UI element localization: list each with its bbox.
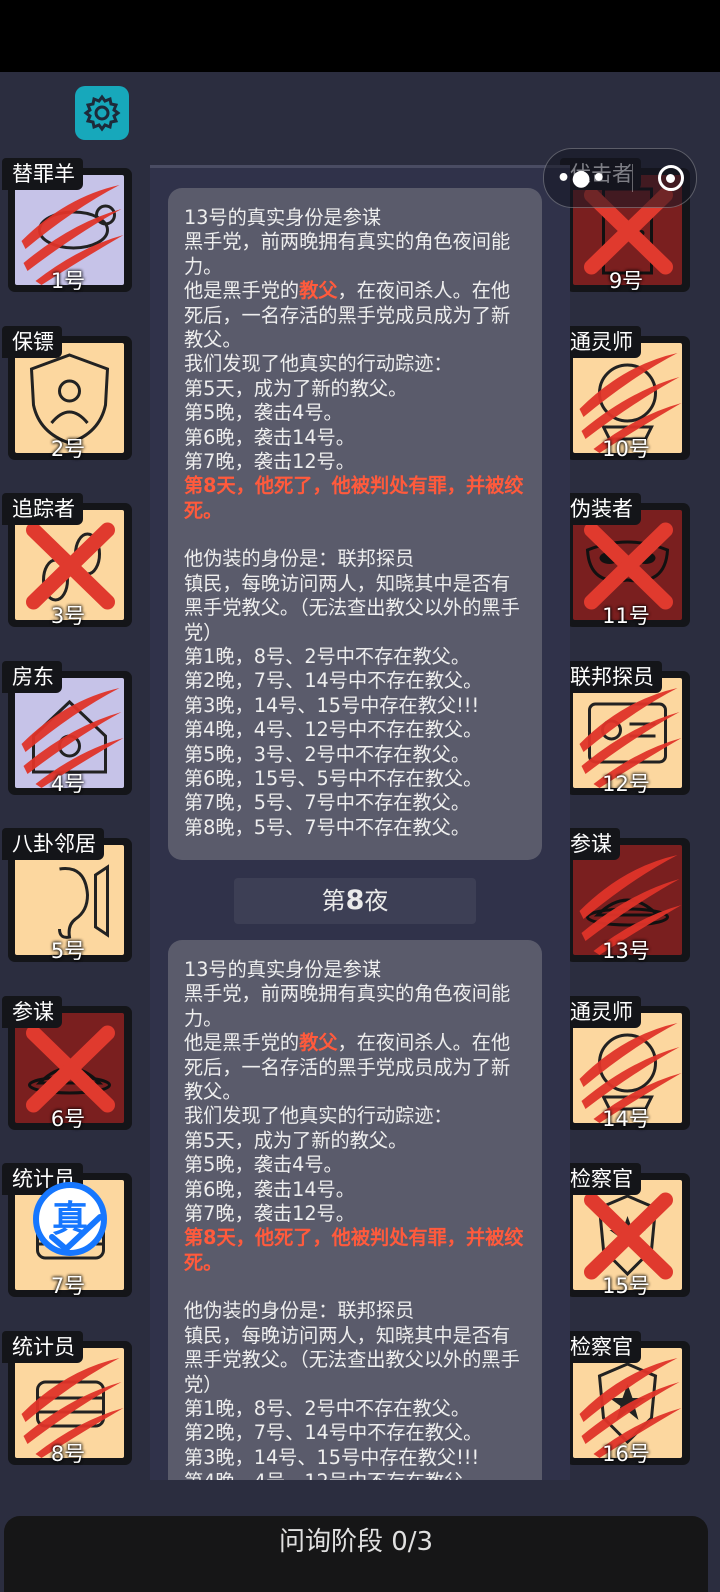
player-card[interactable]: 替罪羊 1号 bbox=[2, 158, 134, 293]
message-line: 13号的真实身份是参谋 bbox=[184, 958, 382, 981]
player-card[interactable]: 通灵师 10号 bbox=[560, 325, 692, 461]
gear-icon bbox=[83, 94, 121, 132]
godfather-highlight: 教父 bbox=[299, 1031, 338, 1055]
player-card[interactable]: 追踪者 3号 bbox=[2, 493, 134, 628]
night-divider: 第8夜 bbox=[234, 878, 476, 924]
svg-text:真: 真 bbox=[52, 1199, 88, 1240]
message-text: 他是黑手党的 bbox=[184, 279, 300, 303]
miniprogram-capsule: •●• bbox=[543, 148, 697, 208]
player-number: 5号 bbox=[50, 939, 86, 963]
phase-bar: 问询阶段 0/3 bbox=[4, 1516, 708, 1592]
player-card[interactable]: 八卦邻居 5号 bbox=[2, 828, 134, 963]
player-card[interactable]: 真统计员 7号 bbox=[2, 1163, 134, 1298]
message-line: 第5晚，袭击4号。 bbox=[184, 1153, 343, 1177]
player-card[interactable]: 检察官 15号 bbox=[560, 1163, 692, 1298]
message-line: 第4晚，4号、12号中不存在教父。 bbox=[184, 1470, 526, 1480]
settings-button[interactable] bbox=[75, 86, 129, 140]
role-label: 统计员 bbox=[2, 1330, 83, 1363]
message-line: 第3晚，14号、15号中存在教父!!! bbox=[184, 1445, 480, 1469]
message-log-panel[interactable]: 13号的真实身份是参谋 黑手党，前两晚拥有真实的角色夜间能力。 他是黑手党的教父，在… bbox=[150, 165, 570, 1480]
message-line: 第8晚，5号、7号中不存在教父。 bbox=[184, 815, 471, 839]
message-line: 他是黑手党的教父，在夜间杀人。在他死后，一名存活的黑手党成员成为了新教父。 bbox=[184, 279, 526, 352]
death-notice: 第8天，他死了，他被判处有罪，并被绞死。 bbox=[184, 474, 524, 522]
player-number: 11号 bbox=[602, 604, 650, 628]
message-line: 第2晚，7号、14号中不存在教父。 bbox=[184, 1421, 483, 1445]
role-label: 追踪者 bbox=[2, 493, 83, 525]
player-number: 4号 bbox=[50, 771, 86, 796]
player-number: 2号 bbox=[50, 436, 86, 461]
message-line: 第5晚，袭击4号。 bbox=[184, 401, 343, 425]
player-card[interactable]: 参谋 6号 bbox=[2, 995, 134, 1131]
message-line: 我们发现了他真实的行动踪迹： bbox=[184, 352, 453, 376]
message-line: 13号的真实身份是参谋 bbox=[184, 206, 382, 229]
message-line: 镇民，每晚访问两人，知晓其中是否有黑手党教父。（无法查出教父以外的黑手党） bbox=[184, 1323, 520, 1396]
message-line: 镇民，每晚访问两人，知晓其中是否有黑手党教父。（无法查出教父以外的黑手党） bbox=[184, 571, 520, 644]
player-number: 8号 bbox=[50, 1441, 86, 1466]
message-line: 我们发现了他真实的行动踪迹： bbox=[184, 1104, 453, 1128]
message-line: 第7晚，袭击12号。 bbox=[184, 1202, 355, 1226]
role-label: 通灵师 bbox=[560, 995, 641, 1028]
message-line: 他伪装的身份是：联邦探员 bbox=[184, 547, 415, 571]
message-line: 他是黑手党的教父，在夜间杀人。在他死后，一名存活的黑手党成员成为了新教父。 bbox=[184, 1031, 526, 1104]
role-label: 房东 bbox=[2, 660, 62, 693]
player-card[interactable]: 参谋 13号 bbox=[560, 828, 692, 963]
role-label: 检察官 bbox=[560, 1163, 641, 1195]
message-line: 黑手党，前两晚拥有真实的角色夜间能力。 bbox=[184, 230, 511, 278]
close-circle-icon[interactable] bbox=[657, 165, 684, 191]
player-number: 3号 bbox=[50, 604, 86, 628]
message-line: 黑手党，前两晚拥有真实的角色夜间能力。 bbox=[184, 982, 511, 1030]
capsule-divider bbox=[631, 164, 633, 192]
player-number: 10号 bbox=[602, 436, 650, 461]
role-label: 通灵师 bbox=[560, 325, 641, 358]
role-label: 检察官 bbox=[560, 1330, 641, 1363]
more-dots-icon[interactable]: •●• bbox=[556, 166, 606, 191]
phase-label: 问询阶段 0/3 bbox=[278, 1527, 434, 1557]
role-label: 伪装者 bbox=[560, 493, 641, 525]
message-line: 第5天，成为了新的教父。 bbox=[184, 1128, 408, 1152]
player-card[interactable]: 伪装者 11号 bbox=[560, 493, 692, 628]
player-number: 13号 bbox=[602, 939, 650, 963]
role-label: 替罪羊 bbox=[2, 158, 83, 190]
message-line: 第6晚，袭击14号。 bbox=[184, 425, 355, 449]
player-card[interactable]: 通灵师 14号 bbox=[560, 995, 692, 1131]
player-number: 16号 bbox=[602, 1441, 650, 1466]
godfather-highlight: 教父 bbox=[299, 279, 338, 303]
player-card[interactable]: 联邦探员 12号 bbox=[560, 660, 692, 796]
player-number: 14号 bbox=[602, 1106, 650, 1131]
verified-true-badge-icon: 真 bbox=[33, 1182, 107, 1256]
message-line: 第1晚，8号、2号中不存在教父。 bbox=[184, 1396, 471, 1420]
role-label: 八卦邻居 bbox=[2, 828, 104, 860]
status-bar bbox=[0, 0, 720, 72]
identity-reveal-message: 13号的真实身份是参谋 黑手党，前两晚拥有真实的角色夜间能力。 他是黑手党的教父，在… bbox=[168, 940, 542, 1480]
role-label: 联邦探员 bbox=[560, 660, 662, 693]
message-line: 第1晚，8号、2号中不存在教父。 bbox=[184, 644, 471, 668]
player-card[interactable]: 房东 4号 bbox=[2, 660, 134, 796]
player-number: 15号 bbox=[602, 1274, 650, 1298]
message-line: 第7晚，5号、7号中不存在教父。 bbox=[184, 791, 471, 815]
identity-reveal-message: 13号的真实身份是参谋 黑手党，前两晚拥有真实的角色夜间能力。 他是黑手党的教父，在… bbox=[168, 188, 542, 861]
player-number: 6号 bbox=[50, 1106, 86, 1131]
player-number: 9号 bbox=[608, 269, 644, 293]
player-number: 7号 bbox=[50, 1274, 86, 1298]
death-notice: 第8天，他死了，他被判处有罪，并被绞死。 bbox=[184, 1226, 524, 1274]
message-text: 他是黑手党的 bbox=[184, 1031, 300, 1055]
role-label: 保镖 bbox=[2, 325, 62, 358]
player-card[interactable]: 保镖 2号 bbox=[2, 325, 134, 461]
message-line: 第3晚，14号、15号中存在教父!!! bbox=[184, 693, 480, 717]
player-card[interactable]: 检察官 16号 bbox=[560, 1330, 692, 1466]
message-line: 第7晚，袭击12号。 bbox=[184, 450, 355, 474]
role-label: 参谋 bbox=[2, 995, 62, 1028]
player-number: 1号 bbox=[50, 269, 86, 293]
message-line: 第2晚，7号、14号中不存在教父。 bbox=[184, 669, 483, 693]
message-line: 第5天，成为了新的教父。 bbox=[184, 376, 408, 400]
message-line: 他伪装的身份是：联邦探员 bbox=[184, 1299, 415, 1323]
message-line: 第4晚，4号、12号中不存在教父。 bbox=[184, 718, 483, 742]
player-card[interactable]: 统计员 8号 bbox=[2, 1330, 134, 1466]
player-number: 12号 bbox=[602, 771, 650, 796]
message-line: 第6晚，袭击14号。 bbox=[184, 1177, 355, 1201]
message-line: 第6晚，15号、5号中不存在教父。 bbox=[184, 766, 483, 790]
message-line: 第5晚，3号、2号中不存在教父。 bbox=[184, 742, 471, 766]
